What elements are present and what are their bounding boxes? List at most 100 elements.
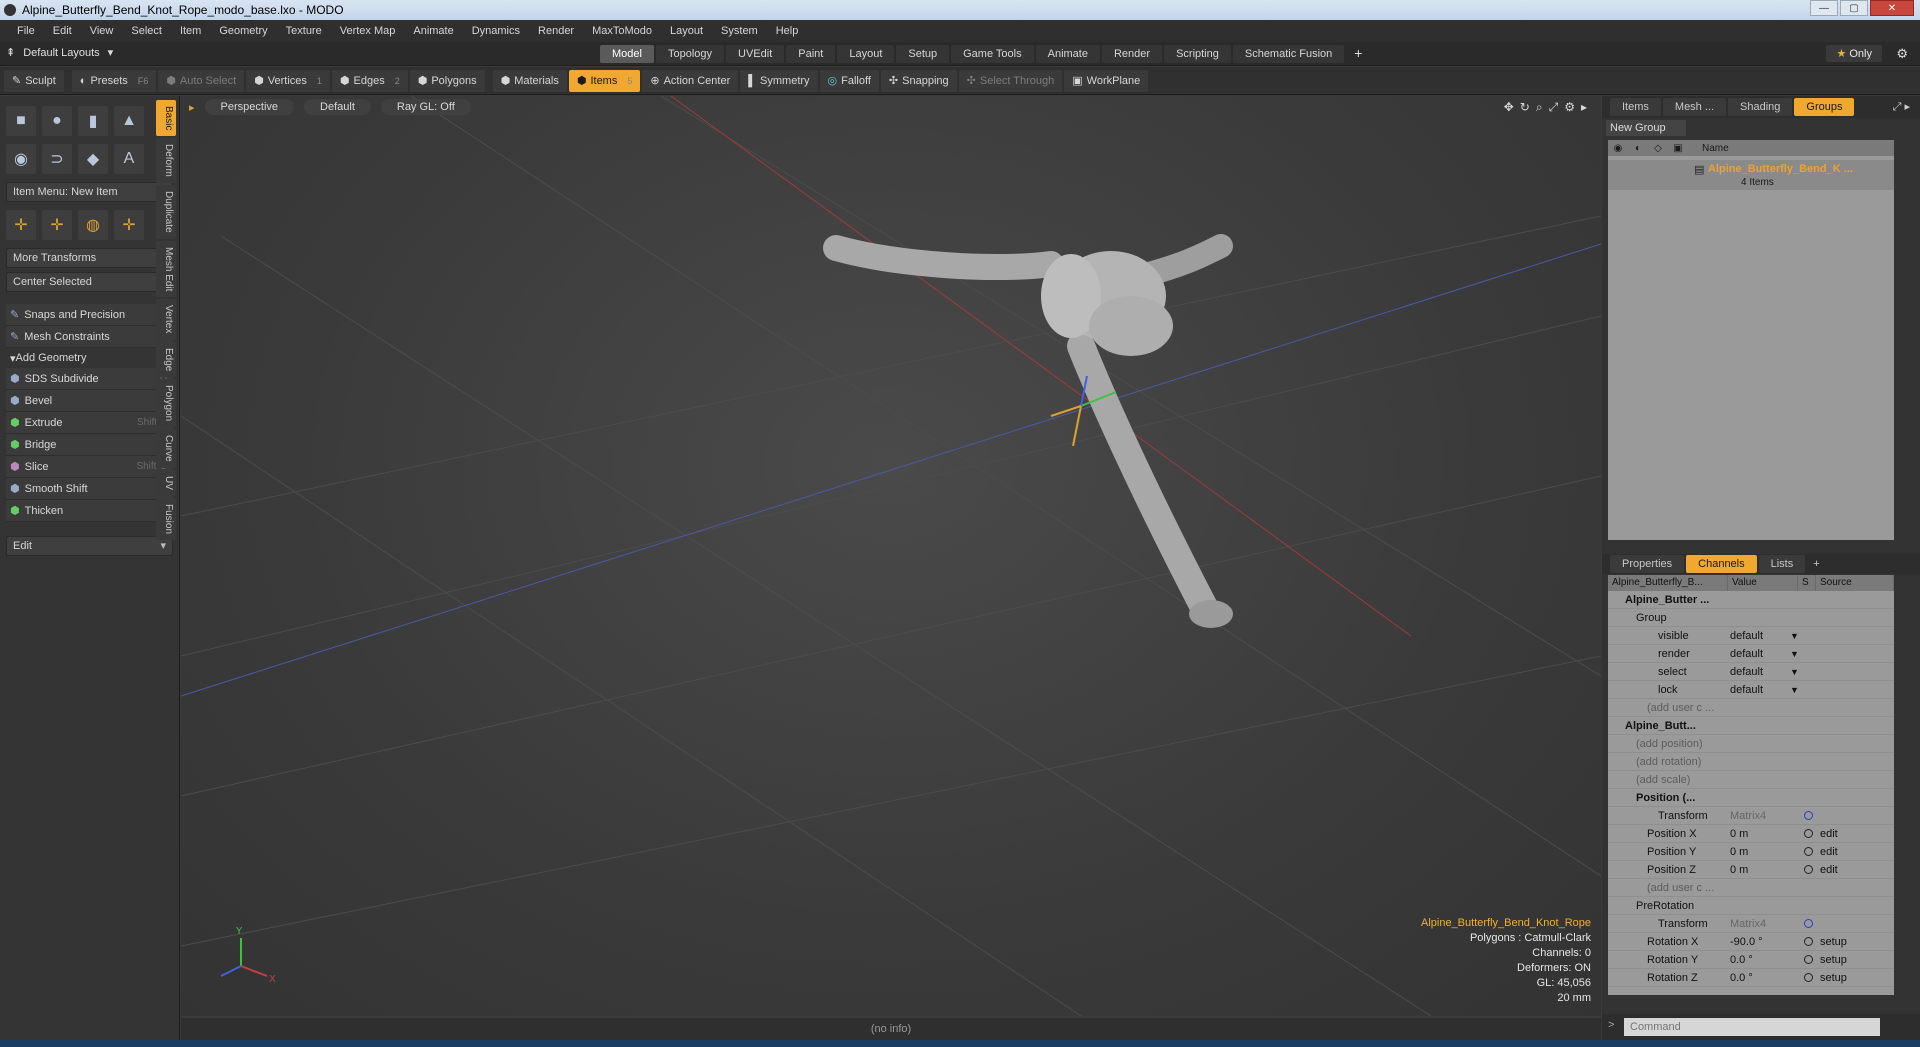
rotate-tool-button[interactable]: ✛ — [42, 210, 72, 240]
tab-items[interactable]: Items — [1610, 98, 1661, 116]
tab-scripting[interactable]: Scripting — [1164, 45, 1231, 63]
keyframe-state-icon[interactable] — [1804, 847, 1813, 856]
render-icon[interactable]: ◐ — [1628, 143, 1648, 154]
channel-row[interactable]: (add scale) — [1608, 771, 1894, 789]
menu-item[interactable]: Item — [171, 25, 210, 37]
chevron-down-icon[interactable]: ▼ — [1790, 685, 1799, 695]
channel-row[interactable]: Transform Matrix4 — [1608, 915, 1894, 933]
falloff-button[interactable]: ◎ Falloff — [819, 69, 879, 92]
channel-value[interactable]: default — [1730, 684, 1763, 696]
tab-schematic-fusion[interactable]: Schematic Fusion — [1232, 45, 1345, 63]
command-input[interactable] — [1624, 1018, 1880, 1036]
minimize-button[interactable]: — — [1810, 0, 1838, 16]
channel-row[interactable]: select default ▼ — [1608, 663, 1894, 681]
maximize-icon[interactable]: ⤢ — [1549, 100, 1559, 115]
chevron-down-icon[interactable]: ▼ — [1790, 631, 1799, 641]
menu-maxtomodo[interactable]: MaxToModo — [583, 25, 661, 37]
transform-tool-button[interactable]: ✛ — [114, 210, 144, 240]
menu-vertex-map[interactable]: Vertex Map — [331, 25, 405, 37]
tab-channels[interactable]: Channels — [1686, 555, 1757, 573]
menu-animate[interactable]: Animate — [404, 25, 462, 37]
channel-value[interactable]: 0 m — [1730, 846, 1748, 858]
channel-row[interactable]: Rotation X -90.0 ° setup — [1608, 933, 1894, 951]
channel-row[interactable]: Rotation Z 0.0 ° setup — [1608, 969, 1894, 987]
menu-texture[interactable]: Texture — [277, 25, 331, 37]
channel-value[interactable]: Matrix4 — [1730, 810, 1766, 822]
channel-row[interactable]: Alpine_Butter ... — [1608, 591, 1894, 609]
gear-icon[interactable]: ⚙ — [1896, 46, 1908, 62]
panel-options-icon[interactable]: ⤢ ▸ — [1893, 100, 1910, 114]
keyframe-state-icon[interactable] — [1804, 811, 1813, 820]
vtab-mesh-edit[interactable]: Mesh Edit — [156, 240, 176, 298]
vtab-basic[interactable]: Basic — [156, 100, 176, 137]
vtab-fusion[interactable]: Fusion — [156, 497, 176, 540]
add-tab-icon[interactable]: + — [1807, 558, 1819, 570]
cube-primitive-button[interactable]: ■ — [6, 106, 36, 136]
channel-row[interactable]: Position (... — [1608, 789, 1894, 807]
keyframe-state-icon[interactable] — [1804, 937, 1813, 946]
workplane-button[interactable]: ▣ WorkPlane — [1064, 69, 1149, 92]
menu-edit[interactable]: Edit — [44, 25, 81, 37]
close-button[interactable]: ✕ — [1870, 0, 1914, 16]
channel-value[interactable]: 0.0 ° — [1730, 954, 1753, 966]
cone-primitive-button[interactable]: ▲ — [114, 106, 144, 136]
view-type-dropdown[interactable]: Perspective — [204, 99, 295, 115]
raygl-toggle[interactable]: Ray GL: Off — [380, 99, 471, 115]
tab-shading[interactable]: Shading — [1728, 98, 1793, 116]
menu-render[interactable]: Render — [529, 25, 583, 37]
menu-help[interactable]: Help — [767, 25, 808, 37]
menu-select[interactable]: Select — [122, 25, 171, 37]
maximize-button[interactable]: ▢ — [1840, 0, 1868, 16]
channel-row[interactable]: Rotation Y 0.0 ° setup — [1608, 951, 1894, 969]
snaps-precision-button[interactable]: ✎ Snaps and Precision — [6, 304, 173, 326]
tab-mesh[interactable]: Mesh ... — [1662, 98, 1727, 116]
channel-row[interactable]: Transform Matrix4 — [1608, 807, 1894, 825]
menu-dynamics[interactable]: Dynamics — [463, 25, 529, 37]
presets-button[interactable]: ◐ Presets F6 — [71, 69, 157, 92]
select-icon[interactable]: ◇ — [1648, 143, 1668, 154]
add-tab-icon[interactable]: + — [1346, 45, 1370, 63]
center-selected-dropdown[interactable]: Center Selected — [6, 272, 173, 292]
tab-properties[interactable]: Properties — [1610, 555, 1685, 573]
lock-icon[interactable]: ▣ — [1668, 143, 1688, 154]
keyframe-state-icon[interactable] — [1804, 919, 1813, 928]
vtab-uv[interactable]: UV — [156, 469, 176, 496]
edit-dropdown[interactable]: Edit — [6, 536, 173, 556]
cylinder-primitive-button[interactable]: ▮ — [78, 106, 108, 136]
3d-viewport[interactable]: Y X ▸ Perspective Default Ray GL: Off ✥ … — [181, 96, 1601, 1016]
channel-row[interactable]: (add user c ... — [1608, 699, 1894, 717]
channel-row[interactable]: Group — [1608, 609, 1894, 627]
default-layouts-dropdown[interactable]: ⇞ Default Layouts ▾ — [6, 46, 113, 60]
channel-value[interactable]: default — [1730, 648, 1763, 660]
keyframe-state-icon[interactable] — [1804, 829, 1813, 838]
item-menu-dropdown[interactable]: Item Menu: New Item — [6, 182, 173, 202]
tab-uvedit[interactable]: UVEdit — [726, 45, 785, 63]
select-through-button[interactable]: ✣ Select Through — [958, 69, 1063, 92]
zoom-icon[interactable]: ⌕ — [1536, 100, 1543, 115]
tab-game-tools[interactable]: Game Tools — [951, 45, 1034, 63]
vertices-button[interactable]: ⬢ Vertices 1 — [246, 69, 330, 92]
vtab-duplicate[interactable]: Duplicate — [156, 185, 176, 239]
sculpt-button[interactable]: ✎ Sculpt — [4, 69, 64, 92]
tab-paint[interactable]: Paint — [786, 45, 836, 63]
new-group-button[interactable]: New Group — [1606, 120, 1686, 136]
auto-select-button[interactable]: ⬢ Auto Select — [158, 69, 245, 92]
slice-button[interactable]: ⬢ Slice Shift-C — [6, 456, 173, 478]
vtab-curve[interactable]: Curve — [156, 429, 176, 468]
move-tool-button[interactable]: ✛ — [6, 210, 36, 240]
more-transforms-dropdown[interactable]: More Transforms — [6, 248, 173, 268]
menu-file[interactable]: File — [8, 25, 44, 37]
capsule-primitive-button[interactable]: ⊃ — [42, 144, 72, 174]
menu-view[interactable]: View — [81, 25, 123, 37]
menu-layout[interactable]: Layout — [661, 25, 712, 37]
channel-row[interactable]: (add user c ... — [1608, 879, 1894, 897]
vtab-polygon[interactable]: Polygon — [156, 379, 176, 428]
text-tool-button[interactable]: A — [114, 144, 144, 174]
chevron-down-icon[interactable]: ▼ — [1790, 649, 1799, 659]
channel-row[interactable]: Position Y 0 m edit — [1608, 843, 1894, 861]
channel-value[interactable]: default — [1730, 630, 1763, 642]
chevron-down-icon[interactable]: ▼ — [1790, 667, 1799, 677]
channel-row[interactable]: Position Z 0 m edit — [1608, 861, 1894, 879]
channel-value[interactable]: default — [1730, 666, 1763, 678]
snapping-button[interactable]: ✣ Snapping — [880, 69, 957, 92]
